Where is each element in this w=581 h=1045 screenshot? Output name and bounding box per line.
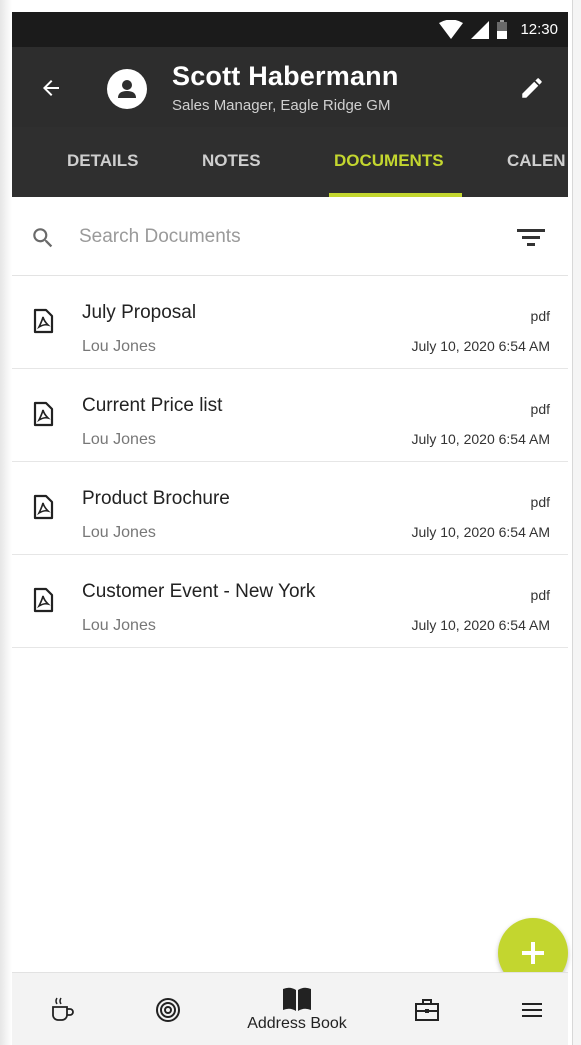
search-input[interactable] bbox=[77, 221, 461, 253]
document-title: July Proposal bbox=[82, 302, 197, 323]
pdf-file-icon bbox=[33, 587, 54, 613]
target-icon bbox=[156, 997, 180, 1022]
status-icons: 12:30 bbox=[438, 12, 558, 47]
document-title: Current Price list bbox=[82, 395, 223, 416]
search-icon bbox=[33, 228, 53, 248]
document-date: July 10, 2020 6:54 AM bbox=[411, 617, 550, 633]
document-type: pdf bbox=[530, 308, 550, 324]
status-time: 12:30 bbox=[520, 21, 558, 38]
document-title: Customer Event - New York bbox=[82, 581, 316, 602]
nav-item-menu[interactable] bbox=[507, 973, 557, 1045]
menu-icon bbox=[522, 1002, 542, 1017]
pdf-file-icon bbox=[33, 308, 54, 334]
document-author: Lou Jones bbox=[82, 524, 156, 541]
arrow-left-icon bbox=[43, 80, 59, 96]
briefcase-icon bbox=[415, 998, 439, 1021]
cell-signal-icon bbox=[471, 20, 490, 39]
list-item[interactable]: Customer Event - New York Lou Jones pdf … bbox=[12, 555, 568, 648]
tab-bar: DETAILS NOTES DOCUMENTS CALEN bbox=[12, 127, 568, 197]
document-type: pdf bbox=[530, 587, 550, 603]
document-list: July Proposal Lou Jones pdf July 10, 202… bbox=[12, 276, 568, 648]
person-icon bbox=[118, 80, 136, 98]
app-screen: 12:30 Scott Habermann Sales Manager, Eag… bbox=[0, 0, 581, 1045]
document-type: pdf bbox=[530, 401, 550, 417]
document-author: Lou Jones bbox=[82, 617, 156, 634]
document-type: pdf bbox=[530, 494, 550, 510]
edit-button[interactable] bbox=[516, 72, 548, 104]
right-edge bbox=[572, 0, 581, 1045]
nav-item-briefcase[interactable] bbox=[397, 973, 457, 1045]
book-icon bbox=[283, 987, 311, 1011]
contact-header: Scott Habermann Sales Manager, Eagle Rid… bbox=[12, 47, 568, 127]
left-edge bbox=[0, 0, 12, 1045]
nav-item-coffee[interactable] bbox=[32, 973, 92, 1045]
nav-label-address-book: Address Book bbox=[247, 1015, 347, 1032]
tab-documents[interactable]: DOCUMENTS bbox=[334, 127, 444, 197]
plus-icon bbox=[522, 942, 544, 964]
nav-item-address-book[interactable]: Address Book bbox=[232, 973, 362, 1045]
list-item[interactable]: July Proposal Lou Jones pdf July 10, 202… bbox=[12, 276, 568, 369]
contact-name: Scott Habermann bbox=[172, 61, 399, 91]
avatar[interactable] bbox=[107, 69, 147, 109]
coffee-cup-icon bbox=[52, 997, 74, 1021]
battery-icon bbox=[497, 19, 508, 39]
bottom-navigation: Address Book bbox=[12, 972, 568, 1045]
status-bar: 12:30 bbox=[12, 12, 568, 47]
filter-icon[interactable] bbox=[514, 223, 548, 251]
tab-notes[interactable]: NOTES bbox=[202, 127, 261, 197]
document-date: July 10, 2020 6:54 AM bbox=[411, 524, 550, 540]
tab-details[interactable]: DETAILS bbox=[67, 127, 138, 197]
contact-subtitle: Sales Manager, Eagle Ridge GM bbox=[172, 97, 391, 114]
pencil-icon bbox=[522, 78, 542, 98]
list-item[interactable]: Current Price list Lou Jones pdf July 10… bbox=[12, 369, 568, 462]
nav-item-target[interactable] bbox=[138, 973, 198, 1045]
document-author: Lou Jones bbox=[82, 338, 156, 355]
document-author: Lou Jones bbox=[82, 431, 156, 448]
document-date: July 10, 2020 6:54 AM bbox=[411, 431, 550, 447]
list-item[interactable]: Product Brochure Lou Jones pdf July 10, … bbox=[12, 462, 568, 555]
pdf-file-icon bbox=[33, 494, 54, 520]
document-date: July 10, 2020 6:54 AM bbox=[411, 338, 550, 354]
document-title: Product Brochure bbox=[82, 488, 230, 509]
back-button[interactable] bbox=[34, 71, 68, 105]
wifi-icon bbox=[439, 19, 464, 39]
tab-calendar[interactable]: CALEN bbox=[507, 127, 566, 197]
search-bar bbox=[12, 197, 568, 276]
pdf-file-icon bbox=[33, 401, 54, 427]
